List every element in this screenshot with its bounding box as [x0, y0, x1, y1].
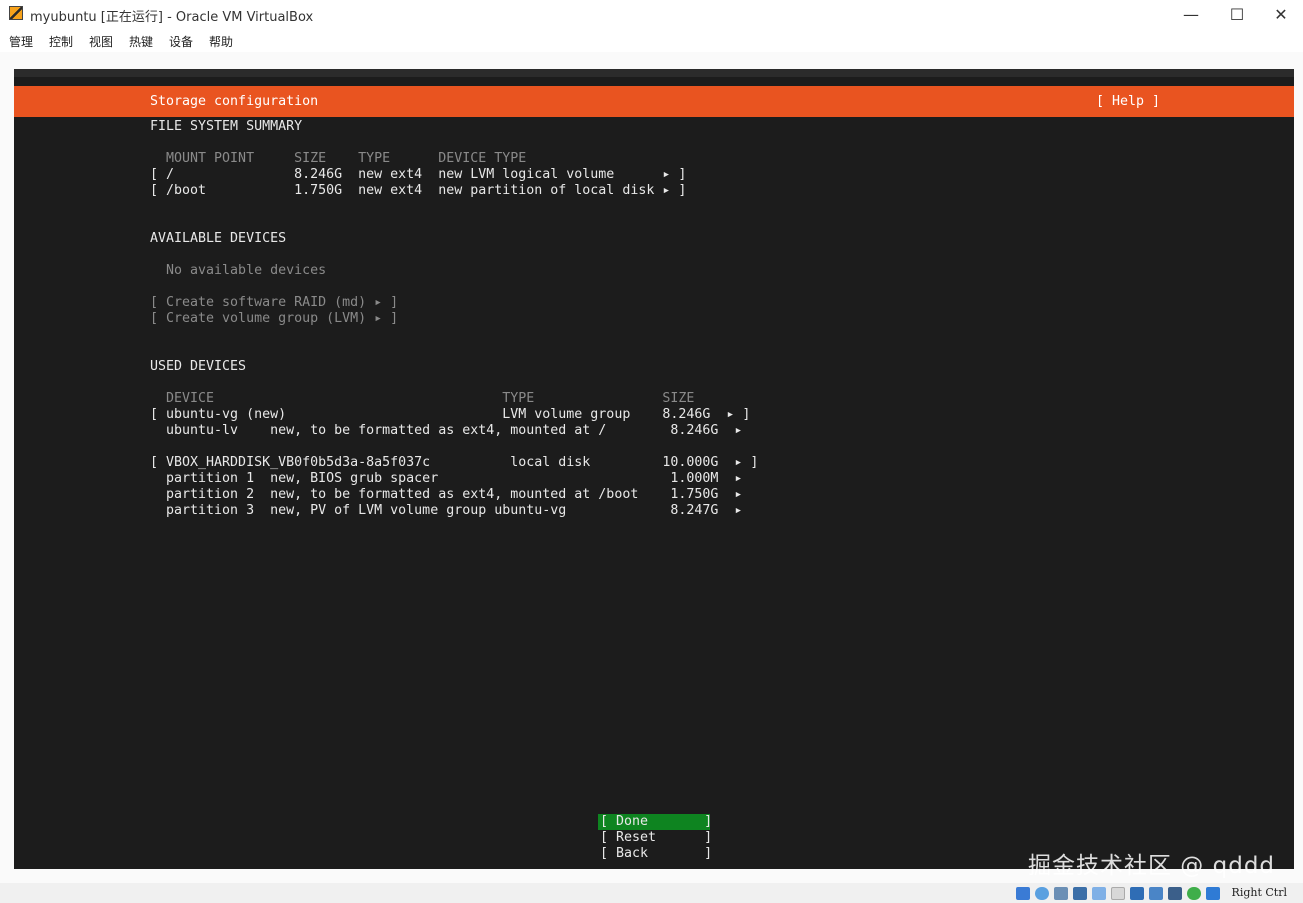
menu-help[interactable]: 帮助 [209, 33, 233, 50]
mouse-integration-icon[interactable] [1187, 887, 1201, 900]
network-icon[interactable] [1073, 887, 1087, 900]
help-button[interactable]: [ Help ] [1096, 94, 1160, 110]
menu-view[interactable]: 视图 [89, 33, 113, 50]
optical-drive-icon[interactable] [1035, 887, 1049, 900]
usb-icon[interactable] [1092, 887, 1106, 900]
no-available-devices: No available devices [150, 263, 327, 278]
window-titlebar: myubuntu [正在运行] - Oracle VM VirtualBox —… [0, 0, 1303, 28]
menu-control[interactable]: 控制 [49, 33, 73, 50]
display-icon[interactable] [1130, 887, 1144, 900]
used-row-partition-2[interactable]: partition 2 new, to be formatted as ext4… [150, 487, 742, 503]
fs-summary-heading: FILE SYSTEM SUMMARY [150, 119, 303, 134]
create-raid-button[interactable]: [ Create software RAID (md) ▸ ] [150, 295, 398, 311]
used-row-partition-1[interactable]: partition 1 new, BIOS grub spacer 1.000M… [150, 471, 742, 487]
shared-folders-icon[interactable] [1111, 887, 1125, 900]
vm-screen[interactable]: Storage configuration [ Help ] FILE SYST… [14, 69, 1294, 869]
page-title: Storage configuration [150, 94, 319, 109]
used-columns: DEVICE TYPE SIZE [150, 391, 695, 406]
used-row-partition-3[interactable]: partition 3 new, PV of LVM volume group … [150, 503, 742, 519]
audio-icon[interactable] [1054, 887, 1068, 900]
reset-button[interactable]: [ Reset ] [600, 830, 712, 846]
minimize-button[interactable]: — [1168, 0, 1214, 28]
installer-screen: Storage configuration [ Help ] FILE SYST… [14, 77, 1294, 869]
host-key-label: Right Ctrl [1231, 886, 1287, 899]
installer-header: Storage configuration [ Help ] [14, 86, 1294, 117]
menubar: 管理 控制 视图 热键 设备 帮助 [0, 28, 1303, 52]
available-heading: AVAILABLE DEVICES [150, 231, 287, 246]
used-heading: USED DEVICES [150, 359, 247, 374]
hard-disk-icon[interactable] [1016, 887, 1030, 900]
fs-summary-columns: MOUNT POINT SIZE TYPE DEVICE TYPE [150, 151, 527, 166]
keyboard-capture-icon[interactable] [1206, 887, 1220, 900]
done-button[interactable]: [ Done ] [600, 814, 712, 830]
close-button[interactable]: ✕ [1258, 0, 1303, 28]
fs-row-boot[interactable]: [ /boot 1.750G new ext4 new partition of… [150, 183, 686, 199]
virtualbox-app-icon [9, 6, 23, 20]
menu-hotkeys[interactable]: 热键 [129, 33, 153, 50]
create-lvm-button[interactable]: [ Create volume group (LVM) ▸ ] [150, 311, 398, 327]
watermark-text: 掘金技术社区 @ qddd [1028, 853, 1276, 879]
video-capture-icon[interactable] [1149, 887, 1163, 900]
window-title: myubuntu [正在运行] - Oracle VM VirtualBox [30, 10, 314, 25]
menu-devices[interactable]: 设备 [169, 33, 193, 50]
virtualization-icon[interactable] [1168, 887, 1182, 900]
back-button[interactable]: [ Back ] [600, 846, 712, 862]
used-row-ubuntu-vg[interactable]: [ ubuntu-vg (new) LVM volume group 8.246… [150, 407, 750, 423]
fs-row-root[interactable]: [ / 8.246G new ext4 new LVM logical volu… [150, 167, 686, 183]
vm-statusbar: Right Ctrl [0, 883, 1303, 903]
used-row-harddisk[interactable]: [ VBOX_HARDDISK_VB0f0b5d3a-8a5f037c loca… [150, 455, 758, 471]
maximize-button[interactable]: ☐ [1214, 0, 1260, 28]
menu-manage[interactable]: 管理 [9, 33, 33, 50]
used-row-ubuntu-lv[interactable]: ubuntu-lv new, to be formatted as ext4, … [150, 423, 742, 439]
